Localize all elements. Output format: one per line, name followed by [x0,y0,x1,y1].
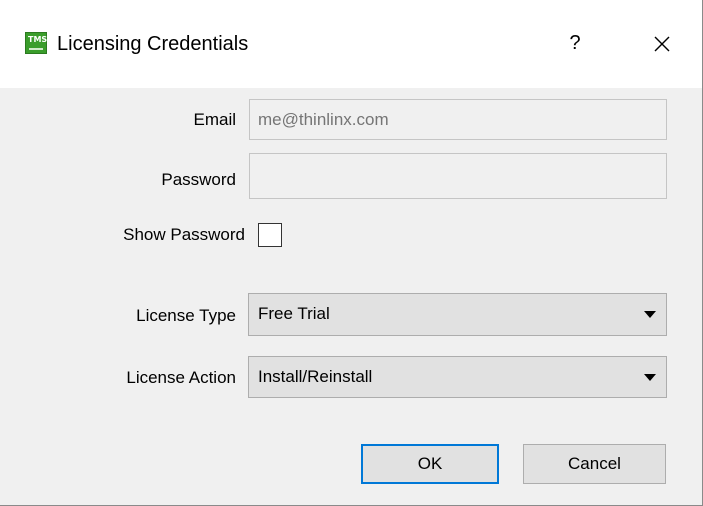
show-password-checkbox[interactable] [258,223,282,247]
dialog-title: Licensing Credentials [57,33,249,55]
cancel-button[interactable]: Cancel [523,444,666,484]
dropdown-arrow-icon [644,374,656,381]
email-label: Email [193,110,236,129]
app-icon-stripe [29,48,43,50]
password-input[interactable] [258,154,666,198]
password-label: Password [161,170,236,189]
licensing-dialog: TMS Licensing Credentials ? Email Passwo… [0,0,703,506]
tms-app-icon: TMS [25,32,47,54]
app-icon-text: TMS [28,35,48,44]
license-type-label: License Type [136,306,236,325]
license-type-value: Free Trial [258,304,330,323]
ok-button[interactable]: OK [361,444,499,484]
close-button[interactable] [646,28,678,60]
email-field[interactable] [249,99,667,140]
license-action-value: Install/Reinstall [258,367,373,386]
close-icon [654,36,670,52]
help-button[interactable]: ? [560,26,590,60]
license-action-select[interactable]: Install/Reinstall [248,356,667,398]
license-type-select[interactable]: Free Trial [248,293,667,336]
dropdown-arrow-icon [644,311,656,318]
title-bar: TMS Licensing Credentials ? [0,0,702,88]
email-input[interactable] [258,100,666,139]
password-field[interactable] [249,153,667,199]
license-action-label: License Action [126,368,236,387]
show-password-label: Show Password [123,225,245,244]
